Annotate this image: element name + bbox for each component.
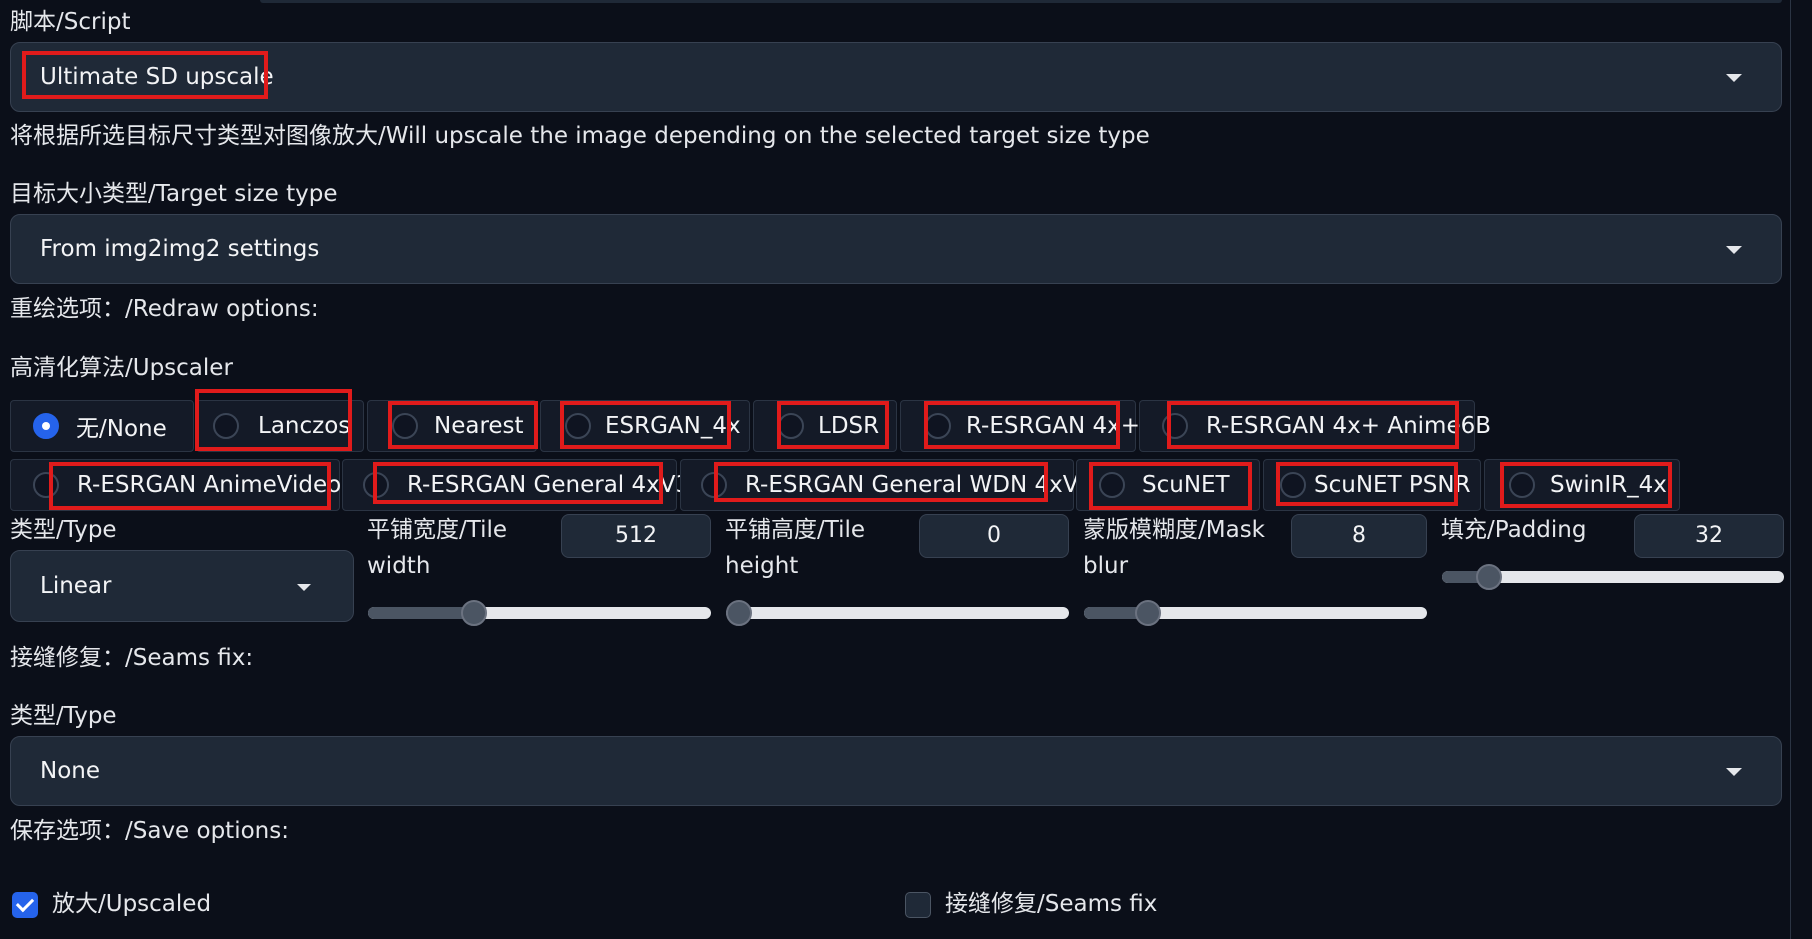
upscaler-label: 高清化算法/Upscaler [10, 355, 233, 381]
radio-unselected-icon [1162, 413, 1188, 439]
target-size-value: From img2img2 settings [40, 236, 320, 262]
radio-unselected-icon [565, 413, 591, 439]
radio-unselected-icon [363, 472, 389, 498]
upscaled-label: 放大/Upscaled [52, 891, 212, 917]
radio-unselected-icon [1099, 472, 1125, 498]
tile-width-label: 平铺宽度/Tile [367, 517, 508, 543]
script-label: 脚本/Script [10, 9, 131, 35]
upscaler-option-label: R-ESRGAN AnimeVideo [77, 472, 342, 498]
tile-height-slider[interactable] [726, 600, 1069, 626]
upscaler-option-label: SwinIR_4x [1550, 472, 1667, 498]
slider-thumb[interactable] [460, 600, 487, 626]
save-options-heading: 保存选项：/Save options: [10, 818, 289, 844]
seams-type-dropdown[interactable]: None [10, 736, 1782, 806]
radio-unselected-icon [778, 413, 804, 439]
padding-slider[interactable] [1442, 564, 1784, 590]
script-dropdown[interactable]: Ultimate SD upscale [10, 42, 1782, 112]
tile-height-label-cont: height [725, 553, 799, 579]
upscaler-option-label: R-ESRGAN General WDN 4xV3 [745, 472, 1094, 498]
upscaler-option-r-esrgan-animevideo[interactable]: R-ESRGAN AnimeVideo [10, 459, 342, 511]
padding-input[interactable]: 32 [1634, 514, 1784, 558]
chevron-down-icon [1726, 246, 1742, 254]
upscaler-option-label: LDSR [818, 413, 880, 439]
redraw-type-label: 类型/Type [10, 517, 117, 543]
slider-fill [368, 607, 474, 619]
upscaler-option-nearest[interactable]: Nearest [367, 400, 537, 452]
chevron-down-icon [1726, 768, 1742, 776]
radio-unselected-icon [1509, 472, 1535, 498]
redraw-options-heading: 重绘选项：/Redraw options: [10, 296, 319, 322]
radio-unselected-icon [701, 472, 727, 498]
chevron-down-icon [297, 584, 311, 591]
upscaler-option-ldsr[interactable]: LDSR [753, 400, 897, 452]
mask-blur-slider[interactable] [1084, 600, 1427, 626]
target-size-label: 目标大小类型/Target size type [10, 181, 338, 207]
radio-unselected-icon [925, 413, 951, 439]
tile-height-input[interactable]: 0 [919, 514, 1069, 558]
mask-blur-label-cont: blur [1083, 553, 1129, 579]
seams-fix-save-label: 接缝修复/Seams fix [945, 891, 1158, 917]
upscaler-option-r-esrgan-anime6b[interactable]: R-ESRGAN 4x+ Anime6B [1139, 400, 1491, 452]
upscaler-option-scunet[interactable]: ScuNET [1076, 459, 1260, 511]
upscaler-option-label: R-ESRGAN 4x+ [966, 413, 1141, 439]
upscaler-option-scunet-psnr[interactable]: ScuNET PSNR [1263, 459, 1481, 511]
tile-height-label: 平铺高度/Tile [725, 517, 866, 543]
mask-blur-label: 蒙版模糊度/Mask [1083, 517, 1265, 543]
mask-blur-input[interactable]: 8 [1291, 514, 1427, 558]
tile-width-input[interactable]: 512 [561, 514, 711, 558]
target-size-dropdown[interactable]: From img2img2 settings [10, 214, 1782, 284]
script-description: 将根据所选目标尺寸类型对图像放大/Will upscale the image … [10, 123, 1150, 149]
upscaler-option-label: Nearest [434, 413, 524, 439]
redraw-type-dropdown[interactable]: Linear [10, 550, 354, 622]
previous-panel-edge [260, 0, 1782, 3]
tile-width-label-cont: width [367, 553, 431, 579]
slider-thumb[interactable] [1135, 600, 1162, 626]
scrollbar-edge [1790, 0, 1791, 939]
radio-selected-icon [33, 413, 59, 439]
radio-unselected-icon [33, 472, 59, 498]
chevron-down-icon [1726, 74, 1742, 82]
padding-label: 填充/Padding [1441, 517, 1587, 543]
upscaler-option-label: ScuNET PSNR [1314, 472, 1471, 498]
seams-fix-heading: 接缝修复：/Seams fix: [10, 645, 254, 671]
slider-thumb[interactable] [726, 600, 752, 626]
slider-thumb[interactable] [1476, 564, 1503, 590]
upscaler-option-label: 无/None [76, 416, 167, 442]
tile-width-slider[interactable] [368, 600, 711, 626]
script-value: Ultimate SD upscale [40, 64, 274, 90]
upscaler-option-label: Lanczos [258, 413, 351, 439]
upscaler-option-label: R-ESRGAN 4x+ Anime6B [1206, 413, 1492, 439]
upscaler-option-swinir-4x[interactable]: SwinIR_4x [1484, 459, 1680, 511]
upscaler-option-label: ESRGAN_4x [605, 413, 741, 439]
radio-unselected-icon [1280, 472, 1306, 498]
seams-type-label: 类型/Type [10, 703, 117, 729]
upscaler-option-esrgan-4x[interactable]: ESRGAN_4x [540, 400, 750, 452]
upscaler-option-none[interactable]: 无/None [10, 400, 194, 452]
radio-unselected-icon [213, 413, 239, 439]
seams-fix-checkbox[interactable] [905, 892, 931, 918]
upscaler-option-label: R-ESRGAN General 4xV3 [407, 472, 691, 498]
seams-type-value: None [40, 758, 101, 784]
upscaled-checkbox[interactable] [12, 892, 38, 918]
upscaler-option-label: ScuNET [1142, 472, 1230, 498]
redraw-type-value: Linear [40, 573, 112, 599]
radio-unselected-icon [392, 413, 418, 439]
upscaler-option-lanczos[interactable]: Lanczos [196, 400, 364, 452]
upscaler-option-r-esrgan-general-4xv3[interactable]: R-ESRGAN General 4xV3 [342, 459, 690, 511]
ultimate-sd-upscale-panel: 脚本/Script Ultimate SD upscale 将根据所选目标尺寸类… [0, 0, 1812, 939]
upscaler-option-r-esrgan-general-wdn-4xv3[interactable]: R-ESRGAN General WDN 4xV3 [680, 459, 1093, 511]
upscaler-option-r-esrgan-4x-plus[interactable]: R-ESRGAN 4x+ [900, 400, 1140, 452]
